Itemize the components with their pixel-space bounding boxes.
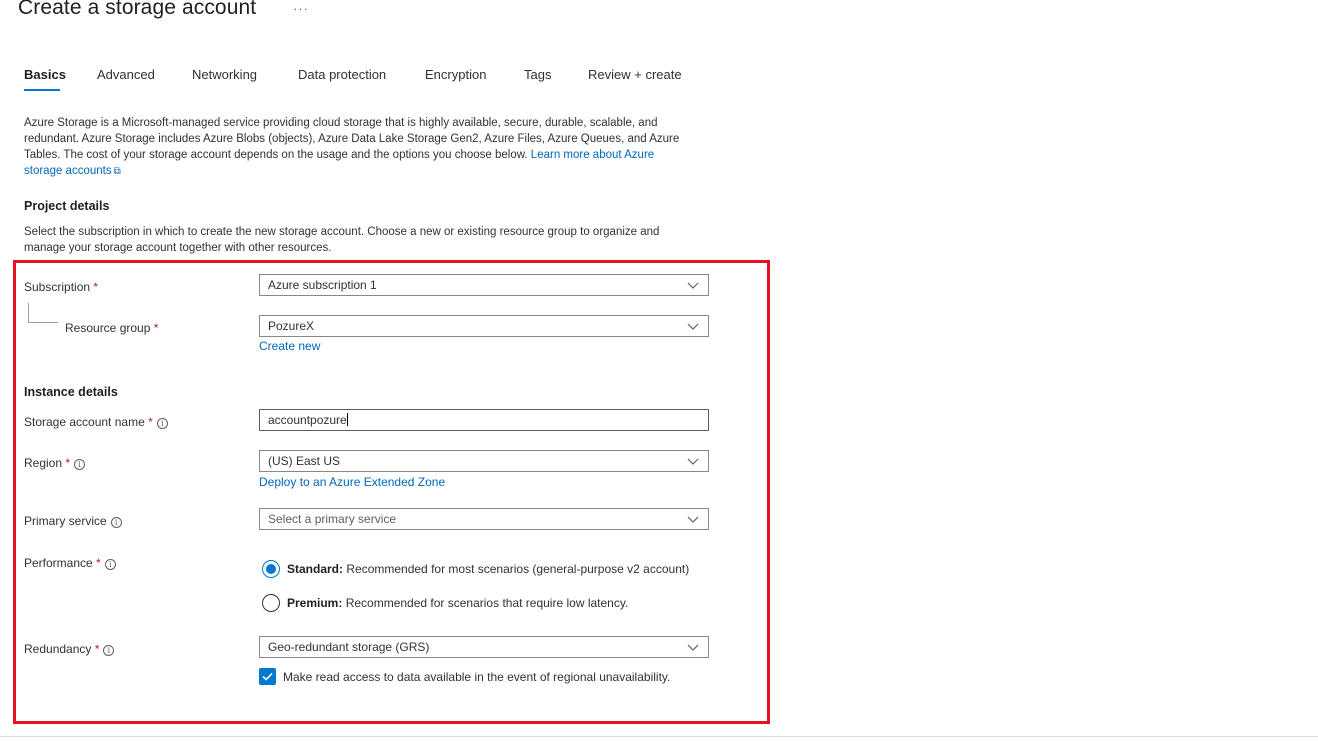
required-marker: * — [65, 456, 71, 470]
standard-option-desc: Recommended for most scenarios (general-… — [346, 562, 690, 576]
page-title: Create a storage account — [18, 0, 257, 19]
info-icon[interactable]: i — [103, 645, 115, 656]
tab-encryption[interactable]: Encryption — [425, 67, 486, 82]
read-access-label[interactable]: Make read access to data available in th… — [283, 670, 670, 684]
learn-more-link-continued[interactable]: storage accounts — [24, 165, 112, 177]
text-caret — [346, 413, 348, 426]
region-label-text: Region — [24, 456, 63, 470]
resource-group-label-text: Resource group — [65, 321, 151, 335]
info-icon[interactable]: i — [156, 418, 168, 429]
storage-name-label-text: Storage account name — [24, 415, 145, 429]
required-marker: * — [93, 280, 99, 294]
resource-group-label: Resource group * — [65, 321, 158, 335]
region-dropdown[interactable]: (US) East US — [259, 450, 709, 472]
tab-review-create[interactable]: Review + create — [588, 67, 682, 82]
standard-radio[interactable] — [262, 560, 280, 578]
intro-paragraph: Azure Storage is a Microsoft-managed ser… — [24, 115, 714, 180]
subscription-value: Azure subscription 1 — [268, 278, 377, 292]
project-desc-line: manage your storage account together wit… — [24, 242, 332, 254]
chevron-down-icon — [687, 644, 699, 651]
read-access-checkbox[interactable] — [259, 668, 276, 685]
primary-service-label: Primary service i — [24, 514, 122, 528]
primary-service-dropdown[interactable]: Select a primary service — [259, 508, 709, 530]
standard-option-title: Standard: — [287, 562, 344, 576]
extended-zone-link[interactable]: Deploy to an Azure Extended Zone — [259, 475, 445, 489]
tab-advanced[interactable]: Advanced — [97, 67, 155, 82]
redundancy-label: Redundancy * i — [24, 642, 115, 656]
storage-name-input[interactable]: accountpozure — [259, 409, 709, 431]
region-value: (US) East US — [268, 454, 341, 468]
redundancy-dropdown[interactable]: Geo-redundant storage (GRS) — [259, 636, 709, 658]
intro-line: Tables. The cost of your storage account… — [24, 147, 714, 163]
learn-more-link[interactable]: Learn more about Azure — [531, 149, 654, 161]
performance-label: Performance * i — [24, 556, 116, 570]
more-options-icon[interactable]: ··· — [293, 1, 309, 16]
tab-networking[interactable]: Networking — [192, 67, 257, 82]
region-label: Region * i — [24, 456, 86, 470]
info-icon[interactable]: i — [110, 517, 122, 528]
primary-service-label-text: Primary service — [24, 514, 107, 528]
primary-service-placeholder: Select a primary service — [268, 512, 397, 526]
premium-option-label[interactable]: Premium: Recommended for scenarios that … — [287, 596, 628, 610]
tab-data-protection[interactable]: Data protection — [298, 67, 386, 82]
resource-group-dropdown[interactable]: PozureX — [259, 315, 709, 337]
premium-option-title: Premium: — [287, 596, 343, 610]
project-description: Select the subscription in which to crea… — [24, 224, 714, 256]
subscription-dropdown[interactable]: Azure subscription 1 — [259, 274, 709, 296]
storage-name-label: Storage account name * i — [24, 415, 168, 429]
performance-label-text: Performance — [24, 556, 93, 570]
project-desc-line: Select the subscription in which to crea… — [24, 226, 660, 238]
intro-text: Tables. The cost of your storage account… — [24, 149, 528, 161]
intro-line: storage accounts ⧉ — [24, 163, 714, 180]
tab-tags[interactable]: Tags — [524, 67, 551, 82]
premium-radio[interactable] — [262, 594, 280, 612]
chevron-down-icon — [687, 516, 699, 523]
chevron-down-icon — [687, 323, 699, 330]
tree-connector — [28, 303, 58, 323]
required-marker: * — [148, 415, 153, 429]
redundancy-value: Geo-redundant storage (GRS) — [268, 640, 430, 654]
resource-group-value: PozureX — [268, 319, 315, 333]
redundancy-label-text: Redundancy — [24, 642, 92, 656]
instance-details-heading: Instance details — [24, 385, 118, 399]
storage-name-value: accountpozure — [268, 413, 347, 427]
intro-line: Azure Storage is a Microsoft-managed ser… — [24, 117, 658, 129]
footer-divider — [0, 736, 1318, 737]
active-tab-indicator — [24, 89, 60, 91]
required-marker: * — [96, 556, 101, 570]
premium-option-desc: Recommended for scenarios that require l… — [345, 596, 629, 610]
chevron-down-icon — [687, 282, 699, 289]
checkmark-icon — [262, 672, 273, 681]
tab-basics[interactable]: Basics — [24, 67, 66, 82]
intro-line: redundant. Azure Storage includes Azure … — [24, 133, 680, 145]
info-icon[interactable]: i — [74, 459, 86, 470]
project-details-heading: Project details — [24, 199, 110, 213]
subscription-label-text: Subscription — [24, 280, 91, 294]
info-icon[interactable]: i — [104, 559, 116, 570]
subscription-label: Subscription * — [24, 280, 98, 294]
external-link-icon: ⧉ — [113, 166, 121, 177]
required-marker: * — [94, 642, 100, 656]
create-new-link[interactable]: Create new — [259, 339, 320, 353]
required-marker: * — [153, 321, 159, 335]
standard-option-label[interactable]: Standard: Recommended for most scenarios… — [287, 562, 689, 576]
chevron-down-icon — [687, 458, 699, 465]
